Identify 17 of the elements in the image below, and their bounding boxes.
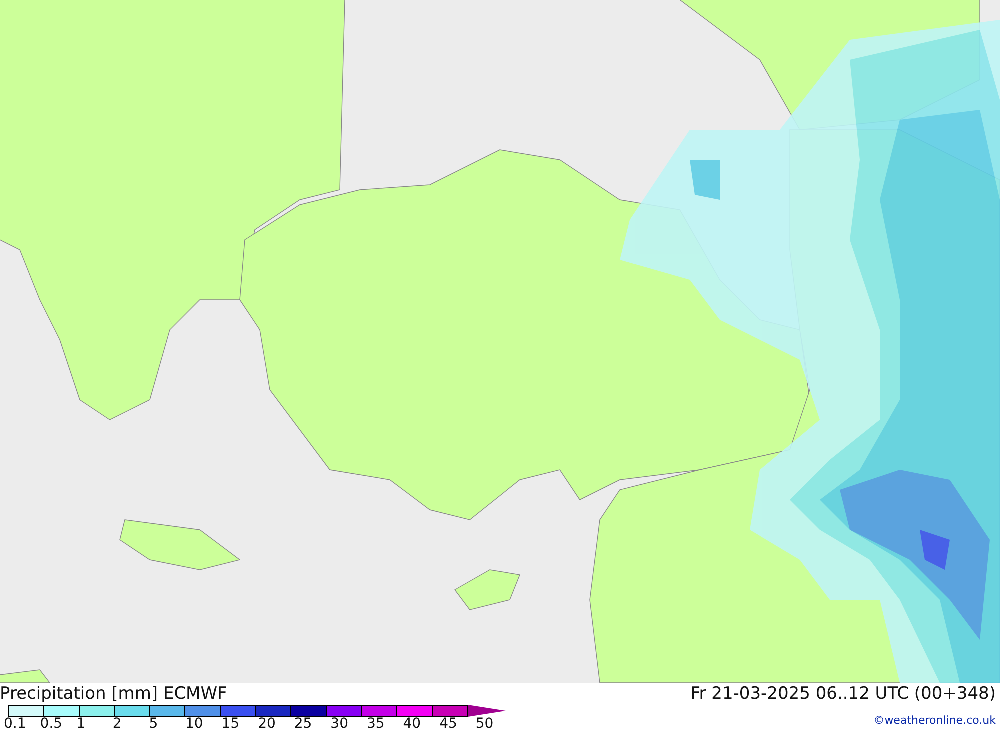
- scale-label: 50: [476, 717, 495, 732]
- scale-label: 45: [440, 717, 458, 732]
- scale-label: 0.1: [4, 717, 28, 732]
- scale-label: 5: [149, 717, 160, 732]
- forecast-timestamp: Fr 21-03-2025 06..12 UTC (00+348): [690, 683, 996, 705]
- legend-title: Precipitation [mm] ECMWF: [0, 683, 228, 705]
- copyright-text: ©weatheronline.co.uk: [874, 713, 996, 729]
- scale-label: 2: [112, 717, 123, 732]
- scale-label: 1: [76, 717, 87, 732]
- scale-label: 30: [330, 717, 350, 732]
- scale-label: 0.5: [40, 717, 64, 732]
- scale-label: 25: [294, 717, 314, 732]
- scale-label: 35: [366, 717, 386, 732]
- scale-label: 15: [222, 717, 241, 732]
- scale-label: 20: [258, 717, 277, 732]
- scale-label: 10: [185, 717, 204, 732]
- scale-label: 40: [403, 717, 422, 732]
